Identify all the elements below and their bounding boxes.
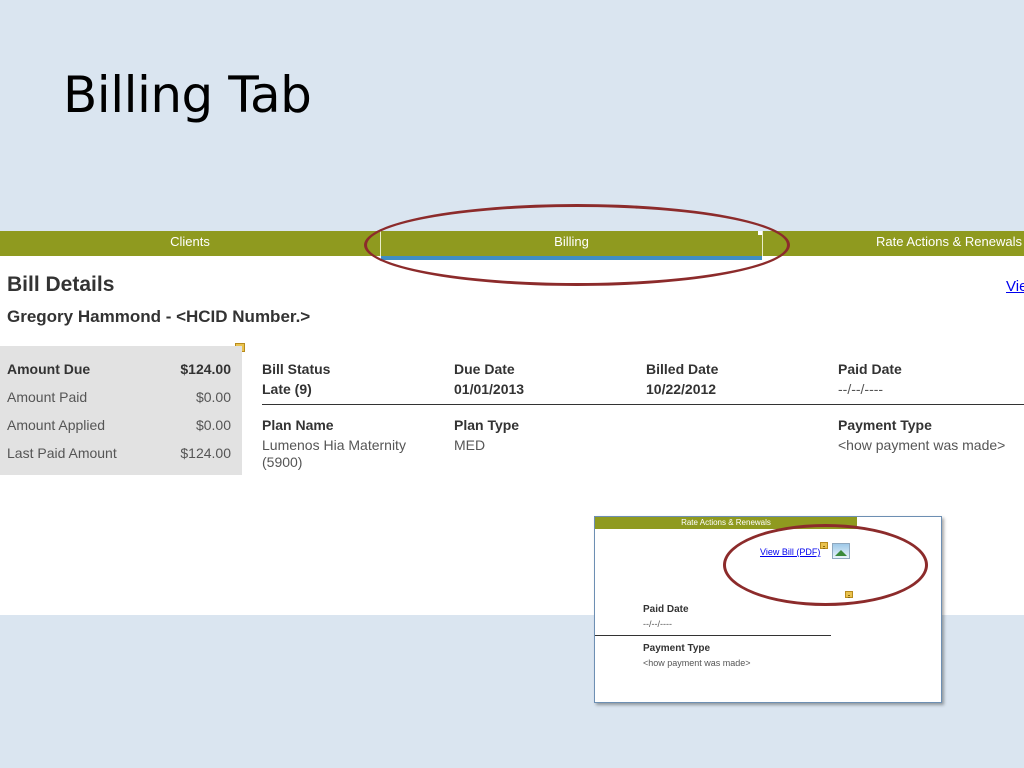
- summary-label: Amount Paid: [7, 389, 88, 405]
- bill-status-value: Late (9): [262, 381, 312, 397]
- summary-value: $124.00: [180, 361, 231, 377]
- tab-rate-actions-renewals[interactable]: Rate Actions & Renewals: [764, 231, 1024, 256]
- inset-payment-type-value: <how payment was made>: [643, 658, 751, 668]
- billed-date-value: 10/22/2012: [646, 381, 717, 397]
- summary-label: Last Paid Amount: [7, 445, 117, 461]
- payment-type-label: Payment Type: [838, 417, 932, 433]
- summary-row-last-paid-amount: Last Paid Amount $124.00: [7, 445, 231, 461]
- summary-value: $0.00: [195, 417, 231, 433]
- summary-label: Amount Applied: [7, 417, 106, 433]
- summary-row-amount-due: Amount Due $124.00: [7, 361, 231, 377]
- plan-type-label: Plan Type: [454, 417, 520, 433]
- summary-label: Amount Due: [7, 361, 91, 377]
- view-bill-highlight-ellipse: [723, 524, 928, 606]
- billed-date-label: Billed Date: [646, 361, 719, 377]
- summary-value: $124.00: [180, 445, 231, 461]
- view-bill-link[interactable]: Vie: [1006, 278, 1024, 295]
- plan-name-value-line2: (5900): [262, 454, 303, 470]
- inset-divider: [595, 635, 831, 636]
- tab-clients[interactable]: Clients: [0, 231, 380, 256]
- plan-name-label: Plan Name: [262, 417, 334, 433]
- client-name: Gregory Hammond - <HCID Number.>: [7, 307, 311, 326]
- details-divider: [262, 404, 1024, 405]
- inset-payment-type-label: Payment Type: [643, 643, 711, 654]
- billing-tab-highlight-ellipse: [364, 204, 790, 286]
- bill-details-title: Bill Details: [7, 273, 115, 296]
- paid-date-label: Paid Date: [838, 361, 902, 377]
- due-date-label: Due Date: [454, 361, 515, 377]
- summary-row-amount-paid: Amount Paid $0.00: [7, 389, 231, 405]
- due-date-value: 01/01/2013: [454, 381, 525, 397]
- summary-value: $0.00: [195, 389, 231, 405]
- summary-row-amount-applied: Amount Applied $0.00: [7, 417, 231, 433]
- payment-type-value: <how payment was made>: [838, 437, 1006, 453]
- bill-status-label: Bill Status: [262, 361, 331, 377]
- inset-paid-date-value: --/--/----: [643, 619, 672, 629]
- plan-name-value-line1: Lumenos Hia Maternity: [262, 437, 406, 453]
- plan-type-value: MED: [454, 437, 486, 453]
- amount-summary-panel: Amount Due $124.00 Amount Paid $0.00 Amo…: [0, 346, 242, 475]
- slide-title: Billing Tab: [63, 66, 312, 124]
- inset-paid-date-label: Paid Date: [643, 604, 689, 615]
- paid-date-value: --/--/----: [838, 381, 884, 397]
